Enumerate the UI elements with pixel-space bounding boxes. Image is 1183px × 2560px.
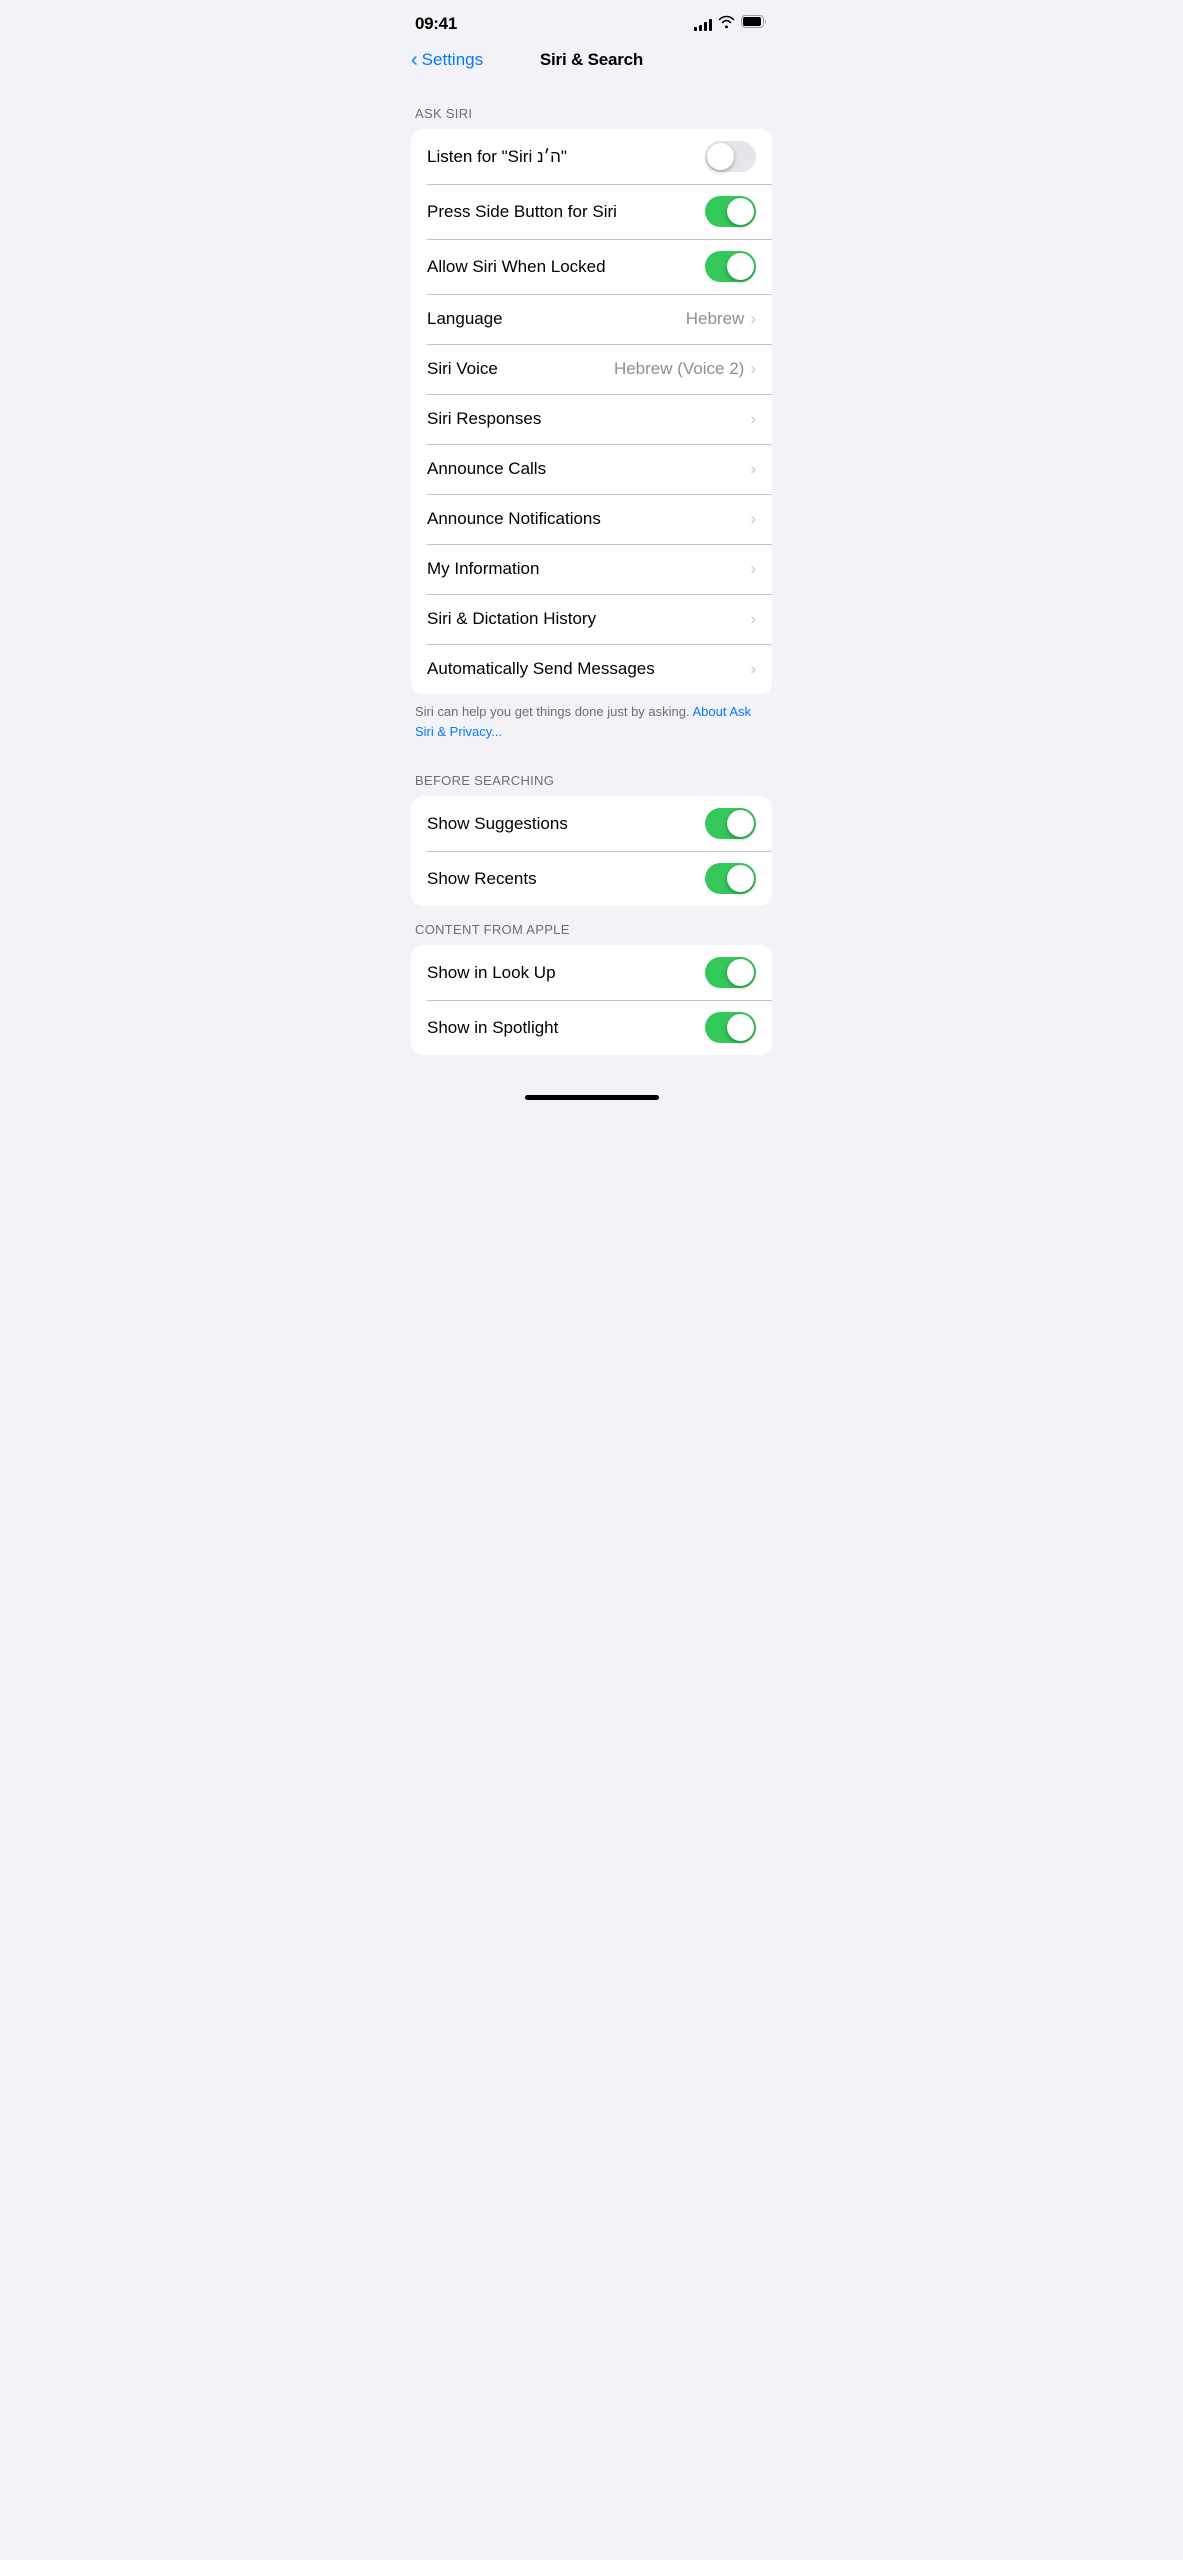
- show-suggestions-label: Show Suggestions: [427, 814, 705, 834]
- show-recents-label: Show Recents: [427, 869, 705, 889]
- listen-siri-toggle[interactable]: [705, 141, 756, 172]
- show-look-up-row[interactable]: Show in Look Up: [411, 945, 772, 1000]
- nav-bar: ‹ Settings Siri & Search: [395, 42, 788, 82]
- show-suggestions-row[interactable]: Show Suggestions: [411, 796, 772, 851]
- siri-dictation-chevron-icon: ›: [750, 609, 756, 629]
- show-recents-toggle[interactable]: [705, 863, 756, 894]
- language-value: Hebrew: [686, 309, 745, 329]
- show-spotlight-thumb: [727, 1014, 754, 1041]
- wifi-icon: [718, 15, 735, 33]
- announce-notifications-chevron-icon: ›: [750, 509, 756, 529]
- show-suggestions-thumb: [727, 810, 754, 837]
- listen-siri-label: Listen for "Siri ה׳נ": [427, 147, 705, 167]
- status-icons: [694, 15, 768, 33]
- siri-voice-label: Siri Voice: [427, 359, 614, 379]
- show-look-up-toggle[interactable]: [705, 957, 756, 988]
- siri-voice-row[interactable]: Siri Voice Hebrew (Voice 2) ›: [411, 344, 772, 394]
- siri-responses-label: Siri Responses: [427, 409, 750, 429]
- show-spotlight-label: Show in Spotlight: [427, 1018, 705, 1038]
- allow-locked-row[interactable]: Allow Siri When Locked: [411, 239, 772, 294]
- my-information-label: My Information: [427, 559, 750, 579]
- language-label: Language: [427, 309, 686, 329]
- battery-icon: [741, 15, 768, 33]
- show-look-up-label: Show in Look Up: [427, 963, 705, 983]
- show-recents-row[interactable]: Show Recents: [411, 851, 772, 906]
- my-information-chevron-icon: ›: [750, 559, 756, 579]
- announce-notifications-label: Announce Notifications: [427, 509, 750, 529]
- allow-locked-thumb: [727, 253, 754, 280]
- back-label: Settings: [422, 50, 483, 70]
- press-side-label: Press Side Button for Siri: [427, 202, 705, 222]
- auto-send-chevron-icon: ›: [750, 659, 756, 679]
- signal-icon: [694, 18, 712, 31]
- announce-notifications-row[interactable]: Announce Notifications ›: [411, 494, 772, 544]
- announce-calls-row[interactable]: Announce Calls ›: [411, 444, 772, 494]
- language-chevron-icon: ›: [750, 309, 756, 329]
- my-information-row[interactable]: My Information ›: [411, 544, 772, 594]
- home-indicator: [395, 1087, 788, 1106]
- status-time: 09:41: [415, 14, 457, 34]
- before-searching-section-label: BEFORE SEARCHING: [395, 757, 788, 796]
- language-row[interactable]: Language Hebrew ›: [411, 294, 772, 344]
- ask-siri-section-label: ASK SIRI: [395, 90, 788, 129]
- show-look-up-thumb: [727, 959, 754, 986]
- siri-dictation-label: Siri & Dictation History: [427, 609, 750, 629]
- ask-siri-card: Listen for "Siri ה׳נ" Press Side Button …: [411, 129, 772, 694]
- show-recents-thumb: [727, 865, 754, 892]
- status-bar: 09:41: [395, 0, 788, 42]
- siri-voice-value: Hebrew (Voice 2): [614, 359, 744, 379]
- auto-send-messages-label: Automatically Send Messages: [427, 659, 750, 679]
- auto-send-messages-row[interactable]: Automatically Send Messages ›: [411, 644, 772, 694]
- siri-voice-chevron-icon: ›: [750, 359, 756, 379]
- listen-siri-thumb: [707, 143, 734, 170]
- press-side-toggle[interactable]: [705, 196, 756, 227]
- press-side-row[interactable]: Press Side Button for Siri: [411, 184, 772, 239]
- siri-responses-chevron-icon: ›: [750, 409, 756, 429]
- allow-locked-label: Allow Siri When Locked: [427, 257, 705, 277]
- show-spotlight-toggle[interactable]: [705, 1012, 756, 1043]
- before-searching-card: Show Suggestions Show Recents: [411, 796, 772, 906]
- siri-dictation-history-row[interactable]: Siri & Dictation History ›: [411, 594, 772, 644]
- show-suggestions-toggle[interactable]: [705, 808, 756, 839]
- allow-locked-toggle[interactable]: [705, 251, 756, 282]
- press-side-thumb: [727, 198, 754, 225]
- content-from-apple-card: Show in Look Up Show in Spotlight: [411, 945, 772, 1055]
- listen-siri-row[interactable]: Listen for "Siri ה׳נ": [411, 129, 772, 184]
- ask-siri-footer: Siri can help you get things done just b…: [395, 694, 788, 757]
- back-chevron-icon: ‹: [411, 50, 418, 70]
- announce-calls-label: Announce Calls: [427, 459, 750, 479]
- page-title: Siri & Search: [540, 50, 643, 70]
- content-from-apple-section-label: CONTENT FROM APPLE: [395, 906, 788, 945]
- back-button[interactable]: ‹ Settings: [411, 50, 483, 70]
- announce-calls-chevron-icon: ›: [750, 459, 756, 479]
- show-spotlight-row[interactable]: Show in Spotlight: [411, 1000, 772, 1055]
- siri-responses-row[interactable]: Siri Responses ›: [411, 394, 772, 444]
- home-indicator-bar: [525, 1095, 659, 1100]
